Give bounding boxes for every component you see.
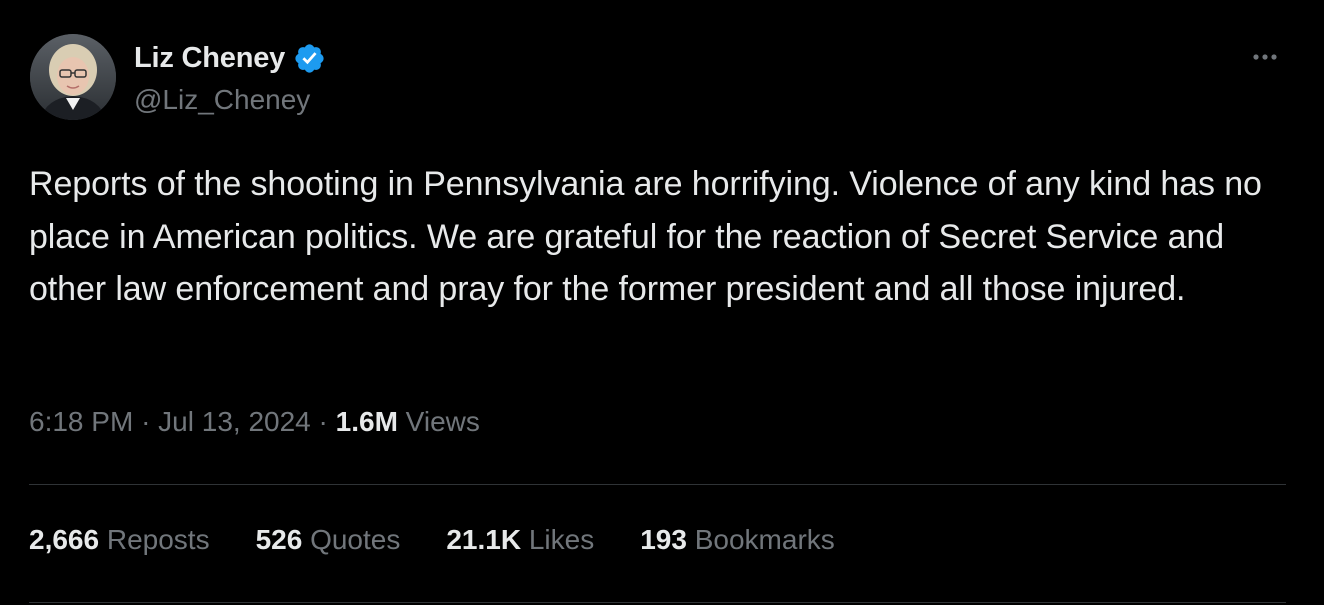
likes-label: Likes bbox=[528, 524, 595, 555]
divider bbox=[29, 484, 1286, 485]
bookmarks-label: Bookmarks bbox=[694, 524, 835, 555]
verified-badge-icon bbox=[293, 42, 326, 75]
engagement-stats: 2,666 Reposts 526 Quotes 21.1K Likes 193… bbox=[29, 524, 881, 556]
reposts-count: 2,666 bbox=[29, 524, 107, 555]
tweet-date[interactable]: Jul 13, 2024 bbox=[158, 406, 311, 437]
author-name-row: Liz Cheney bbox=[134, 38, 326, 78]
avatar[interactable] bbox=[30, 34, 116, 120]
likes-count: 21.1K bbox=[446, 524, 529, 555]
reposts-label: Reposts bbox=[106, 524, 210, 555]
views-count: 1.6M bbox=[335, 406, 406, 437]
author-display-name[interactable]: Liz Cheney bbox=[134, 42, 285, 75]
views-label: Views bbox=[405, 406, 480, 437]
meta-separator: · bbox=[141, 406, 159, 437]
author-handle[interactable]: @Liz_Cheney bbox=[134, 84, 310, 116]
likes-stat[interactable]: 21.1K Likes bbox=[446, 524, 594, 556]
quotes-label: Quotes bbox=[310, 524, 401, 555]
quotes-count: 526 bbox=[255, 524, 311, 555]
bookmarks-count: 193 bbox=[640, 524, 695, 555]
meta-separator: · bbox=[318, 406, 336, 437]
tweet-meta: 6:18 PM · Jul 13, 2024 · 1.6M Views bbox=[29, 406, 480, 438]
tweet-time[interactable]: 6:18 PM bbox=[29, 406, 133, 437]
bookmarks-stat[interactable]: 193 Bookmarks bbox=[640, 524, 835, 556]
reposts-stat[interactable]: 2,666 Reposts bbox=[29, 524, 210, 556]
divider bbox=[29, 602, 1286, 603]
more-options-icon bbox=[1253, 54, 1277, 60]
tweet-text: Reports of the shooting in Pennsylvania … bbox=[29, 165, 1262, 308]
tweet-card: Liz Cheney @Liz_Cheney Reports of the sh… bbox=[0, 0, 1324, 605]
more-options-button[interactable] bbox=[1245, 42, 1285, 72]
quotes-stat[interactable]: 526 Quotes bbox=[256, 524, 401, 556]
